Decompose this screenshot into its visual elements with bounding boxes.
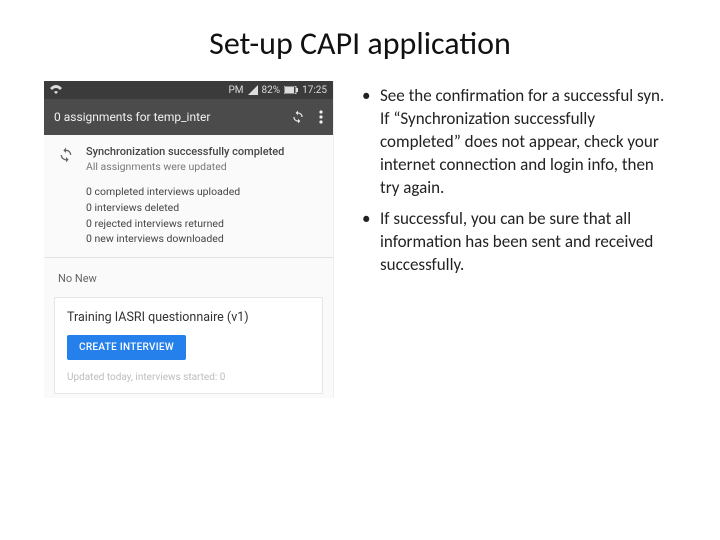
questionnaire-card: Training IASRI questionnaire (v1) CREATE…	[54, 297, 323, 394]
create-interview-button[interactable]: CREATE INTERVIEW	[67, 335, 186, 360]
sync-stats: 0 completed interviews uploaded 0 interv…	[44, 182, 333, 257]
stat-row: 0 interviews deleted	[86, 200, 319, 216]
wifi-icon	[50, 85, 62, 95]
card-title: Training IASRI questionnaire (v1)	[67, 310, 310, 325]
sync-small-icon	[58, 145, 76, 163]
stat-row: 0 new interviews downloaded	[86, 231, 319, 247]
bullet-list: See the confirmation for a successful sy…	[362, 81, 676, 285]
sync-icon[interactable]	[291, 110, 305, 124]
status-text: PM	[228, 85, 243, 96]
signal-icon	[248, 85, 258, 95]
battery-text: 82%	[262, 85, 281, 96]
app-bar: 0 assignments for temp_inter	[44, 99, 333, 135]
bullet-item: See the confirmation for a successful sy…	[362, 85, 676, 200]
sync-line1: Synchronization successfully completed	[86, 145, 284, 160]
phone-screenshot: PM 82% 17:25 0 assignments for temp_inte…	[44, 81, 334, 398]
status-bar: PM 82% 17:25	[44, 81, 333, 99]
stat-row: 0 completed interviews uploaded	[86, 184, 319, 200]
card-meta: Updated today, interviews started: 0	[67, 372, 310, 383]
battery-icon	[284, 86, 298, 94]
clock-text: 17:25	[302, 85, 327, 96]
bullet-item: If successful, you can be sure that all …	[362, 208, 676, 277]
slide-title: Set-up CAPI application	[0, 0, 720, 63]
appbar-title: 0 assignments for temp_inter	[54, 110, 210, 124]
sync-banner: Synchronization successfully completed A…	[44, 135, 333, 182]
stat-row: 0 rejected interviews returned	[86, 216, 319, 232]
content-row: PM 82% 17:25 0 assignments for temp_inte…	[0, 63, 720, 398]
menu-overflow-icon[interactable]	[319, 110, 323, 124]
no-new-label: No New	[44, 258, 333, 293]
sync-line2: All assignments were updated	[86, 160, 284, 174]
